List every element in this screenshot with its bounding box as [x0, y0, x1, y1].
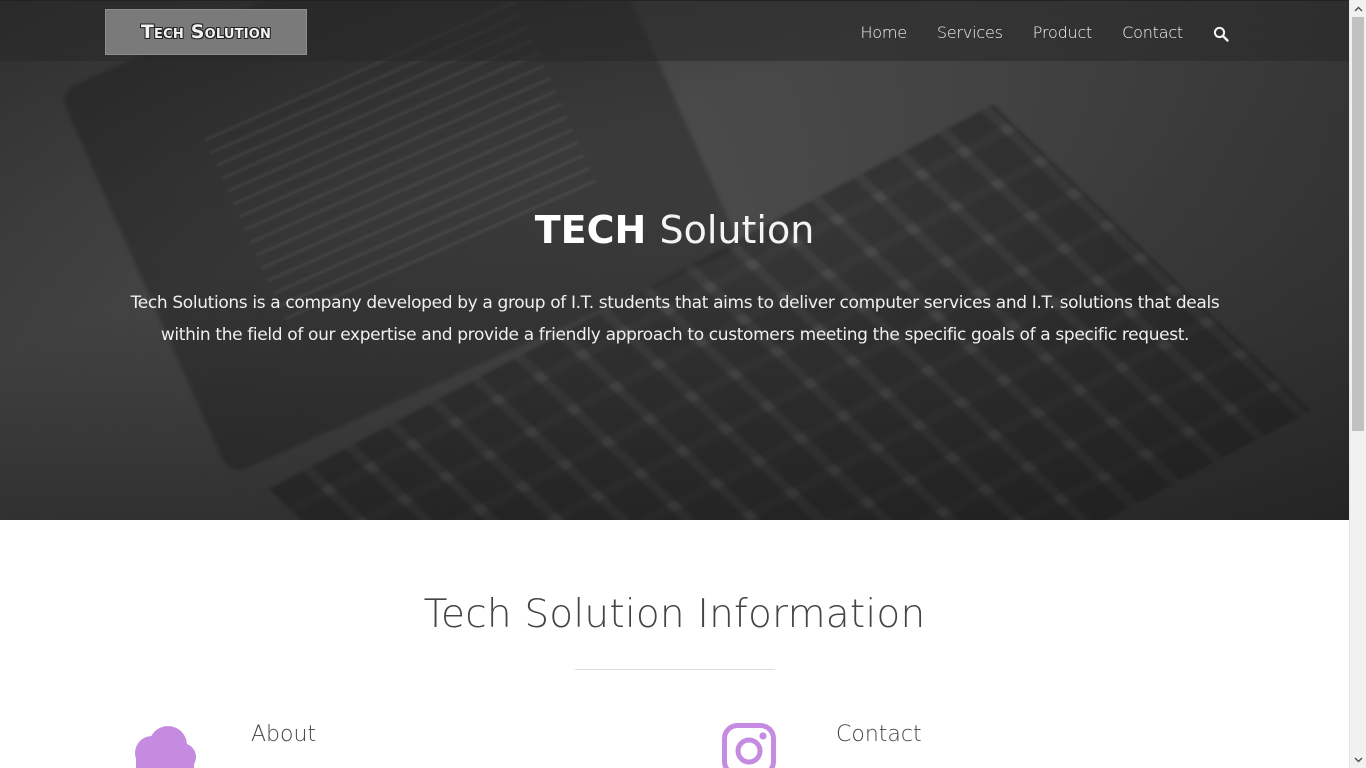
hero-title: TECH Solution [0, 208, 1349, 252]
nav-link-product[interactable]: Product [1033, 23, 1093, 42]
info-section-title: Tech Solution Information [423, 592, 926, 637]
search-icon[interactable] [1213, 26, 1231, 44]
hero-description: Tech Solutions is a company developed by… [130, 293, 1220, 345]
logo-text: Tech Solution [140, 21, 272, 43]
instagram-icon[interactable] [722, 723, 776, 768]
nav-links: Home Services Product Contact [830, 23, 1231, 42]
page-viewport: TECH Solution Tech Solutions is a compan… [0, 0, 1349, 768]
section-divider [575, 669, 775, 670]
hero-title-light: Solution [659, 208, 815, 252]
cloud-icon [130, 723, 196, 768]
hero-section: TECH Solution Tech Solutions is a compan… [0, 0, 1349, 520]
nav-link-contact[interactable]: Contact [1122, 23, 1183, 42]
scroll-up-arrow-icon[interactable] [1350, 0, 1366, 17]
scrollbar-thumb[interactable] [1352, 17, 1364, 431]
nav-link-home[interactable]: Home [860, 23, 907, 42]
site-logo[interactable]: Tech Solution [105, 9, 307, 55]
contact-title: Contact [836, 722, 922, 747]
nav-link-services[interactable]: Services [937, 23, 1003, 42]
vertical-scrollbar[interactable] [1349, 0, 1366, 768]
top-navbar: Tech Solution Home Services Product Cont… [0, 0, 1349, 61]
hero-overlay [0, 0, 1349, 520]
about-title: About [251, 722, 317, 747]
hero-title-bold: TECH [534, 208, 647, 252]
scroll-down-arrow-icon[interactable] [1350, 751, 1366, 768]
